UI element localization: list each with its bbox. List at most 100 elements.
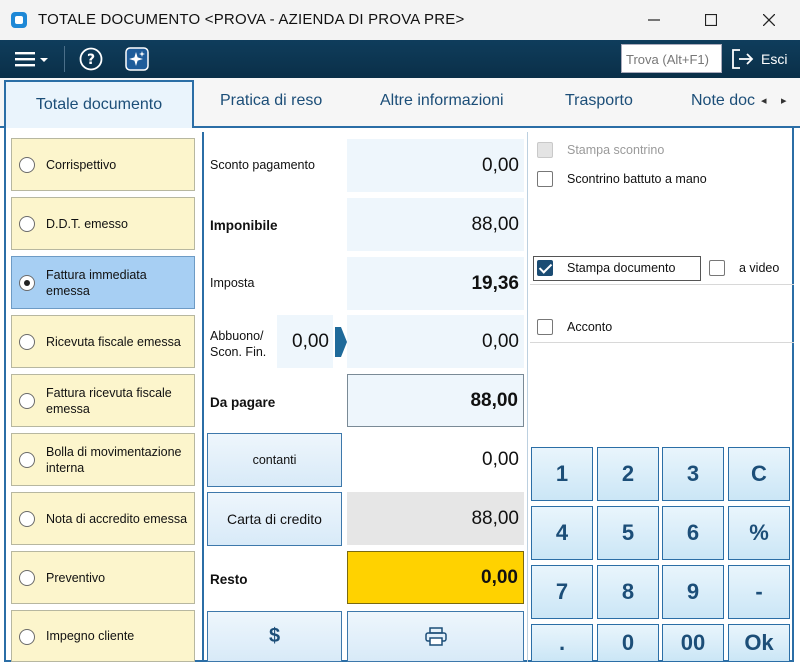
resto-label: Resto xyxy=(210,572,248,587)
keypad-5[interactable]: 5 xyxy=(597,506,659,560)
doc-type-label: Nota di accredito emessa xyxy=(46,511,188,526)
doc-type-ddt[interactable]: D.D.T. emesso xyxy=(11,197,195,250)
search-input[interactable]: Trova (Alt+F1) xyxy=(621,44,722,73)
radio-button[interactable] xyxy=(19,511,35,527)
imponibile-label: Imponibile xyxy=(210,218,278,233)
assistant-button[interactable] xyxy=(124,46,150,72)
doc-type-fattura-ricevuta-fiscale[interactable]: Fattura ricevuta fiscale emessa xyxy=(11,374,195,427)
doc-type-label: Bolla di movimentazione interna xyxy=(46,444,182,475)
help-icon: ? xyxy=(79,47,103,71)
hamburger-menu-icon xyxy=(15,52,48,67)
keypad-2[interactable]: 2 xyxy=(597,447,659,501)
keypad-00[interactable]: 00 xyxy=(662,624,724,662)
acconto-label: Acconto xyxy=(567,320,613,334)
radio-button[interactable] xyxy=(19,216,35,232)
maximize-icon xyxy=(705,14,717,26)
doc-type-bolla-movimentazione[interactable]: Bolla di movimentazione interna xyxy=(11,433,195,486)
a-video-checkbox[interactable] xyxy=(709,260,725,276)
doc-type-label: Ricevuta fiscale emessa xyxy=(46,334,181,349)
exit-button[interactable]: Esci xyxy=(731,44,793,73)
doc-type-label: D.D.T. emesso xyxy=(46,216,128,231)
menu-button[interactable] xyxy=(14,48,50,70)
doc-type-label: Fattura immediata emessa xyxy=(46,267,147,298)
abbuono-value[interactable]: 0,00 xyxy=(347,315,524,368)
radio-button[interactable] xyxy=(19,629,35,645)
sconto-pagamento-value[interactable]: 0,00 xyxy=(347,139,524,192)
radio-button-selected[interactable] xyxy=(19,275,35,291)
keypad-minus[interactable]: - xyxy=(728,565,790,619)
radio-button[interactable] xyxy=(19,334,35,350)
doc-type-preventivo[interactable]: Preventivo xyxy=(11,551,195,604)
carta-credito-value[interactable]: 88,00 xyxy=(347,492,524,545)
print-button[interactable] xyxy=(347,611,524,662)
stampa-documento-checkbox[interactable] xyxy=(537,260,553,276)
printer-icon xyxy=(424,626,447,646)
dollar-button[interactable]: $ xyxy=(207,611,342,662)
keypad-8[interactable]: 8 xyxy=(597,565,659,619)
keypad-0[interactable]: 0 xyxy=(597,624,659,662)
column-divider xyxy=(202,132,204,662)
keypad-6[interactable]: 6 xyxy=(662,506,724,560)
divider xyxy=(530,284,794,285)
tab-bar: Totale documento Pratica di reso Altre i… xyxy=(0,78,800,128)
keypad-4[interactable]: 4 xyxy=(531,506,593,560)
radio-button[interactable] xyxy=(19,570,35,586)
keypad-ok[interactable]: Ok xyxy=(728,624,790,662)
a-video-label: a video xyxy=(739,261,780,275)
contanti-value[interactable]: 0,00 xyxy=(347,433,524,486)
divider xyxy=(530,342,794,343)
toolbar-separator xyxy=(64,46,65,72)
tab-scroll-left-icon[interactable]: ◂ xyxy=(761,94,767,107)
sparkle-icon xyxy=(125,47,149,71)
minimize-button[interactable] xyxy=(625,0,683,40)
minimize-icon xyxy=(648,19,660,21)
tab-note-doc[interactable]: Note doc xyxy=(691,92,757,110)
doc-type-corrispettivo[interactable]: Corrispettivo xyxy=(11,138,195,191)
tab-trasporto[interactable]: Trasporto xyxy=(565,92,633,110)
doc-type-label: Fattura ricevuta fiscale emessa xyxy=(46,385,172,416)
keypad-1[interactable]: 1 xyxy=(531,447,593,501)
stampa-documento-label: Stampa documento xyxy=(567,261,676,275)
radio-button[interactable] xyxy=(19,452,35,468)
keypad-3[interactable]: 3 xyxy=(662,447,724,501)
arrow-right-icon[interactable] xyxy=(335,327,347,357)
scontrino-mano-checkbox[interactable] xyxy=(537,171,553,187)
imposta-label: Imposta xyxy=(210,276,255,290)
tab-pratica-di-reso[interactable]: Pratica di reso xyxy=(220,92,322,110)
doc-type-nota-accredito[interactable]: Nota di accredito emessa xyxy=(11,492,195,545)
tab-altre-informazioni[interactable]: Altre informazioni xyxy=(380,92,504,110)
keypad-9[interactable]: 9 xyxy=(662,565,724,619)
doc-type-label: Preventivo xyxy=(46,570,106,585)
close-button[interactable] xyxy=(740,0,798,40)
resto-value: 0,00 xyxy=(347,551,524,604)
contanti-button[interactable]: contanti xyxy=(207,433,342,487)
radio-button[interactable] xyxy=(19,157,35,173)
app-icon xyxy=(11,12,27,28)
tab-scroll-right-icon[interactable]: ▸ xyxy=(781,94,787,107)
keypad-clear[interactable]: C xyxy=(728,447,790,501)
doc-type-label: Impegno cliente xyxy=(46,629,135,643)
keypad-percent[interactable]: % xyxy=(728,506,790,560)
tab-totale-documento[interactable]: Totale documento xyxy=(4,80,194,128)
keypad-7[interactable]: 7 xyxy=(531,565,593,619)
doc-type-fattura-immediata[interactable]: Fattura immediata emessa xyxy=(11,256,195,309)
exit-icon xyxy=(732,48,754,69)
scontrino-mano-label: Scontrino battuto a mano xyxy=(567,172,707,186)
carta-credito-button[interactable]: Carta di credito xyxy=(207,492,342,546)
doc-type-impegno-cliente[interactable]: Impegno cliente xyxy=(11,610,195,662)
doc-type-ricevuta-fiscale[interactable]: Ricevuta fiscale emessa xyxy=(11,315,195,368)
sconto-pagamento-label: Sconto pagamento xyxy=(210,158,315,172)
da-pagare-value: 88,00 xyxy=(347,374,524,427)
acconto-checkbox[interactable] xyxy=(537,319,553,335)
abbuono-label: Abbuono/ Scon. Fin. xyxy=(210,329,267,359)
doc-type-label: Corrispettivo xyxy=(46,157,117,172)
keypad-decimal[interactable]: . xyxy=(531,624,593,662)
help-button[interactable]: ? xyxy=(78,46,104,72)
title-bar: TOTALE DOCUMENTO <PROVA - AZIENDA DI PRO… xyxy=(0,0,800,40)
radio-button[interactable] xyxy=(19,393,35,409)
abbuono-percent-field[interactable]: 0,00 xyxy=(277,315,333,368)
maximize-button[interactable] xyxy=(682,0,740,40)
stampa-scontrino-checkbox[interactable] xyxy=(537,142,553,158)
exit-label: Esci xyxy=(761,50,788,67)
toolbar: ? Trova (Alt+F1) Esci xyxy=(0,40,800,78)
